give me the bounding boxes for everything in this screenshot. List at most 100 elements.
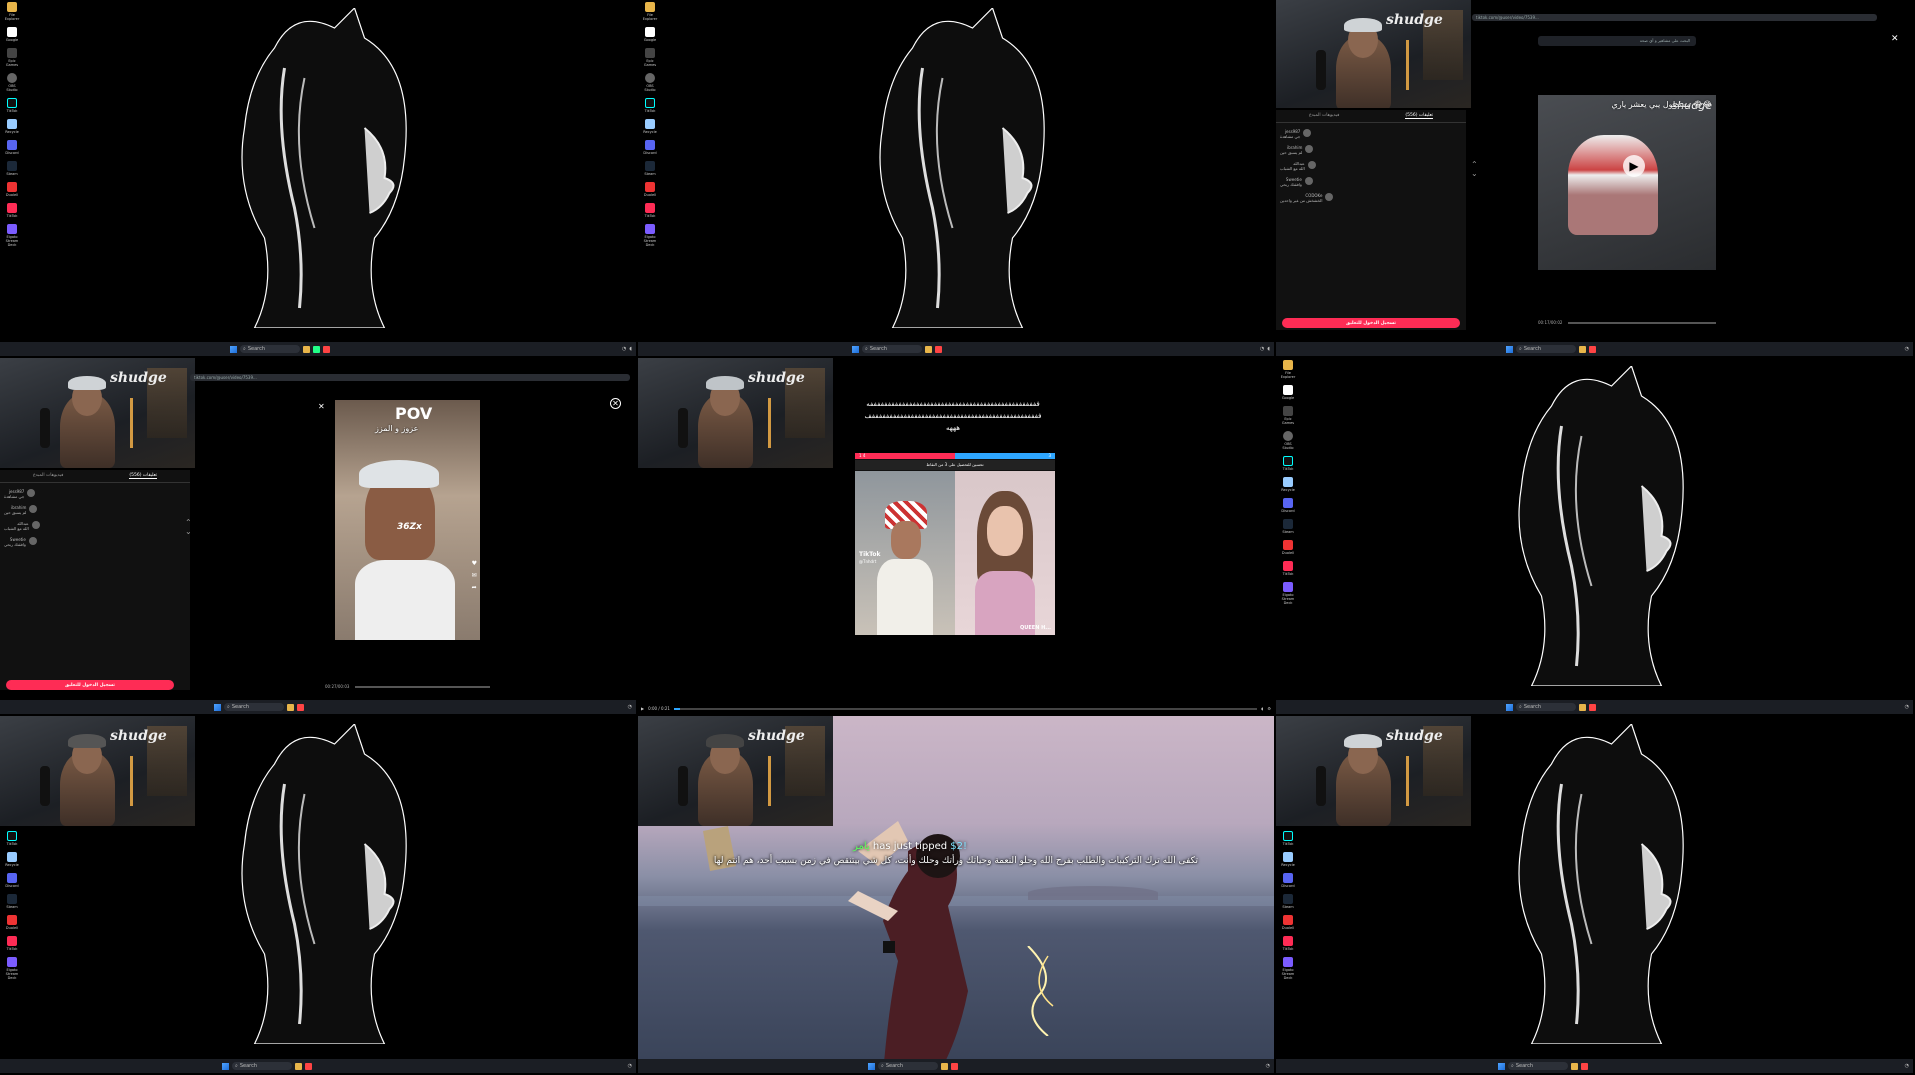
desktop-icon[interactable]: Recycle: [642, 119, 658, 134]
avatar[interactable]: [1307, 161, 1316, 169]
desktop-icon[interactable]: Duolell: [4, 182, 20, 197]
browser-address-bar[interactable]: tiktok.com/@user/video/7539...: [1472, 14, 1877, 21]
desktop-icon[interactable]: Duolell: [642, 182, 658, 197]
desktop-icon[interactable]: File Explorer: [4, 2, 20, 21]
desktop-icon[interactable]: Google: [1280, 385, 1296, 400]
desktop-icon[interactable]: Epic Games: [1280, 406, 1296, 425]
desktop-icon[interactable]: Elgato Stream Deck: [1280, 957, 1296, 980]
desktop-icon[interactable]: Steam: [1280, 894, 1296, 909]
avatar[interactable]: [1305, 145, 1314, 153]
taskbar-search[interactable]: ⌕ Search: [1516, 345, 1576, 353]
desktop-icon[interactable]: Discord: [642, 140, 658, 155]
chevron-down-icon[interactable]: ⌄: [185, 527, 192, 536]
desktop-icon[interactable]: Recycle: [4, 119, 20, 134]
windows-start-icon[interactable]: [230, 345, 237, 353]
play-icon[interactable]: ▶: [641, 706, 644, 711]
desktop-icon[interactable]: TikTok: [4, 831, 20, 846]
chevron-down-icon[interactable]: ⌄: [1471, 169, 1478, 178]
desktop-icon[interactable]: Recycle: [1280, 852, 1296, 867]
desktop-icon[interactable]: TikTok: [1280, 831, 1296, 846]
taskbar-search[interactable]: ⌕ Search: [240, 345, 300, 353]
desktop-icon[interactable]: File Explorer: [1280, 360, 1296, 379]
chevron-up-icon[interactable]: ⌃: [1471, 160, 1478, 169]
volume-icon[interactable]: ◖: [1267, 346, 1270, 352]
browser-address-bar[interactable]: tiktok.com/@user/video/7539...: [190, 374, 630, 381]
windows-start-icon[interactable]: [868, 1062, 875, 1070]
desktop-icon[interactable]: Steam: [4, 161, 20, 176]
wifi-icon[interactable]: ◔: [628, 1063, 632, 1069]
chrome-icon[interactable]: [1581, 1062, 1588, 1070]
chrome-icon[interactable]: [305, 1062, 312, 1070]
folder-icon[interactable]: [1579, 703, 1586, 711]
desktop-icon[interactable]: Google: [642, 27, 658, 42]
windows-start-icon[interactable]: [1506, 345, 1513, 353]
close-icon[interactable]: ✕: [610, 398, 621, 409]
desktop-icon[interactable]: TikTok: [642, 203, 658, 218]
desktop-icon[interactable]: Duolell: [1280, 540, 1296, 555]
desktop-icon[interactable]: Elgato Stream Deck: [1280, 582, 1296, 605]
chrome-icon[interactable]: [1589, 345, 1596, 353]
tab-comments[interactable]: تعليقات (556): [129, 473, 158, 479]
wifi-icon[interactable]: ◔: [1905, 346, 1909, 352]
chrome-icon[interactable]: [951, 1062, 958, 1070]
close-icon[interactable]: ✕: [318, 402, 325, 411]
desktop-icon[interactable]: Google: [4, 27, 20, 42]
desktop-icon[interactable]: Elgato Stream Deck: [4, 957, 20, 980]
windows-start-icon[interactable]: [1506, 703, 1513, 711]
desktop-icon[interactable]: Discord: [4, 873, 20, 888]
desktop-icon[interactable]: TikTok: [1280, 936, 1296, 951]
avatar[interactable]: [31, 521, 40, 529]
share-icon[interactable]: ➦: [472, 584, 477, 591]
desktop-icon[interactable]: Duolell: [4, 915, 20, 930]
avatar[interactable]: [29, 505, 38, 513]
desktop-icon[interactable]: Steam: [4, 894, 20, 909]
avatar[interactable]: [27, 489, 36, 497]
desktop-icon[interactable]: Elgato Stream Deck: [4, 224, 20, 247]
windows-start-icon[interactable]: [214, 703, 221, 711]
tab-creator-videos[interactable]: فيديوهات المبدع: [33, 473, 64, 479]
desktop-icon[interactable]: Duolell: [1280, 915, 1296, 930]
app-icon[interactable]: [313, 345, 320, 353]
chrome-icon[interactable]: [297, 703, 304, 711]
video-player[interactable]: POV عزوز و المزز 36Zx ♥ ✉ ➦: [335, 400, 480, 640]
wifi-icon[interactable]: ◔: [628, 704, 632, 710]
folder-icon[interactable]: [1571, 1062, 1578, 1070]
desktop-icon[interactable]: File Explorer: [642, 2, 658, 21]
windows-start-icon[interactable]: [222, 1062, 229, 1070]
video-player[interactable]: ▶ shudge: [1538, 95, 1716, 270]
desktop-icon[interactable]: Discord: [4, 140, 20, 155]
login-to-comment-button[interactable]: تسجيل الدخول للتعليق: [6, 680, 174, 690]
folder-icon[interactable]: [295, 1062, 302, 1070]
desktop-icon[interactable]: Discord: [1280, 873, 1296, 888]
desktop-icon[interactable]: Recycle: [1280, 477, 1296, 492]
folder-icon[interactable]: [941, 1062, 948, 1070]
folder-icon[interactable]: [1579, 345, 1586, 353]
taskbar-search[interactable]: ⌕ Search: [232, 1062, 292, 1070]
folder-icon[interactable]: [303, 345, 310, 353]
search-input[interactable]: البحث على مشاهير و أي صحة: [1538, 36, 1696, 46]
desktop-icon[interactable]: OBS Studio: [642, 73, 658, 92]
tab-comments[interactable]: تعليقات (556): [1405, 113, 1434, 119]
taskbar-search[interactable]: ⌕ Search: [1516, 703, 1576, 711]
desktop-icon[interactable]: OBS Studio: [1280, 431, 1296, 450]
chevron-up-icon[interactable]: ⌃: [185, 518, 192, 527]
desktop-icon[interactable]: Elgato Stream Deck: [642, 224, 658, 247]
desktop-icon[interactable]: Discord: [1280, 498, 1296, 513]
wifi-icon[interactable]: ◔: [1266, 1063, 1270, 1069]
taskbar-search[interactable]: ⌕ Search: [1508, 1062, 1568, 1070]
avatar[interactable]: [1303, 129, 1312, 137]
wifi-icon[interactable]: ◔: [1905, 1063, 1909, 1069]
live-battle-player[interactable]: 1 43 تحسين للتحصيل على 3 من النقاط TikTo…: [855, 453, 1055, 635]
windows-start-icon[interactable]: [1498, 1062, 1505, 1070]
folder-icon[interactable]: [287, 703, 294, 711]
desktop-icon[interactable]: TikTok: [4, 936, 20, 951]
desktop-icon[interactable]: TikTok: [1280, 561, 1296, 576]
play-icon[interactable]: ▶: [1623, 155, 1645, 177]
taskbar-search[interactable]: ⌕ Search: [878, 1062, 938, 1070]
tab-creator-videos[interactable]: فيديوهات المبدع: [1309, 113, 1340, 119]
login-to-comment-button[interactable]: تسجيل الدخول للتعليق: [1282, 318, 1460, 328]
avatar[interactable]: [1325, 193, 1334, 201]
taskbar-search[interactable]: ⌕ Search: [224, 703, 284, 711]
wifi-icon[interactable]: ◔: [1260, 346, 1264, 352]
avatar[interactable]: [1304, 177, 1313, 185]
